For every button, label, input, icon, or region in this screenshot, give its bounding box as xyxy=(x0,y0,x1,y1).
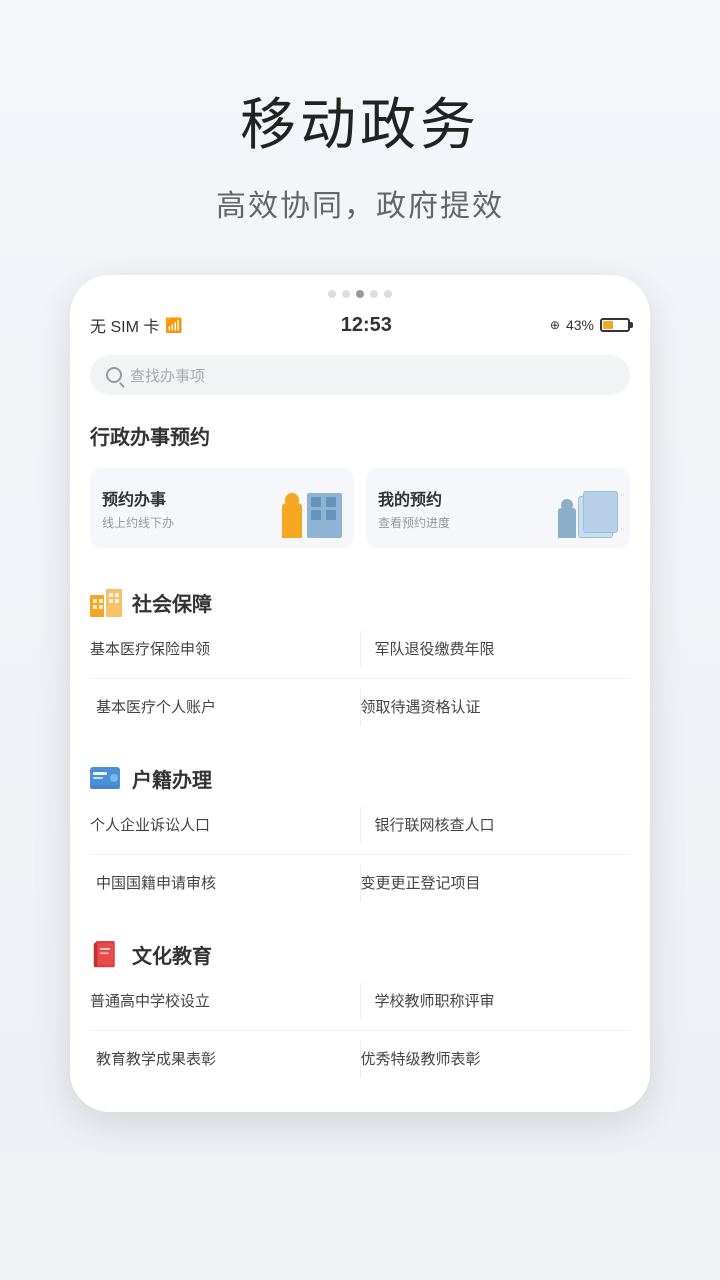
social-grid: 基本医疗保险申领 军队退役缴费年限 基本医疗个人账户 领取待遇资格认证 xyxy=(90,631,630,726)
search-icon xyxy=(106,367,122,383)
culture-section: 文化教育 普通高中学校设立 学校教师职称评审 教育教学成果表彰 优秀特级教师表彰 xyxy=(70,926,650,1092)
window-2 xyxy=(326,497,336,507)
household-icon xyxy=(90,765,122,793)
culture-item-4[interactable]: 优秀特级教师表彰 xyxy=(361,1041,631,1078)
appointment-section-title-row: 行政办事预约 xyxy=(70,405,650,460)
pagination-dots xyxy=(328,290,392,298)
status-right: ⊕ 43% xyxy=(550,317,630,333)
battery-fill xyxy=(603,321,613,329)
carrier-label: 无 SIM 卡 xyxy=(90,313,159,337)
appt-card-1-text: 预约办事 线上约线下办 xyxy=(102,486,174,531)
culture-title: 文化教育 xyxy=(132,940,212,969)
battery-percent: 43% xyxy=(566,317,594,333)
household-grid: 个人企业诉讼人口 银行联网核查人口 中国国籍申请审核 变更更正登记项目 xyxy=(90,807,630,902)
appt-illus-1 xyxy=(282,478,342,538)
household-row-sep xyxy=(90,854,630,855)
culture-row-sep xyxy=(90,1030,630,1031)
culture-grid: 普通高中学校设立 学校教师职称评审 教育教学成果表彰 优秀特级教师表彰 xyxy=(90,983,630,1078)
social-icon xyxy=(90,589,122,617)
culture-item-3[interactable]: 教育教学成果表彰 xyxy=(90,1041,360,1078)
dot-2 xyxy=(342,290,350,298)
hero-section: 移动政务 高效协同，政府提效 无 SIM 卡 📶 12:53 ⊕ 43% xyxy=(0,0,720,1152)
household-item-1[interactable]: 个人企业诉讼人口 xyxy=(90,807,360,844)
social-item-4[interactable]: 领取待遇资格认证 xyxy=(361,689,631,726)
dot-5 xyxy=(384,290,392,298)
social-security-section: 社会保障 基本医疗保险申领 军队退役缴费年限 基本医疗个人账户 领取待遇资格认证 xyxy=(70,574,650,740)
search-placeholder: 查找办事项 xyxy=(130,365,205,386)
dot-4 xyxy=(370,290,378,298)
window-3 xyxy=(311,510,321,520)
appt-card-1-title: 预约办事 xyxy=(102,486,174,510)
docs-figure xyxy=(573,488,618,538)
household-item-3[interactable]: 中国国籍申请审核 xyxy=(90,865,360,902)
appt-card-1[interactable]: 预约办事 线上约线下办 xyxy=(90,468,354,548)
household-item-4[interactable]: 变更更正登记项目 xyxy=(361,865,631,902)
social-header: 社会保障 xyxy=(90,588,630,617)
appt-card-2-sub: 查看预约进度 xyxy=(378,514,450,531)
doc-2 xyxy=(583,491,618,533)
search-container: 查找办事项 xyxy=(70,345,650,405)
culture-item-1[interactable]: 普通高中学校设立 xyxy=(90,983,360,1020)
social-item-1[interactable]: 基本医疗保险申领 xyxy=(90,631,360,668)
battery-icon xyxy=(600,318,630,332)
household-item-2[interactable]: 银行联网核查人口 xyxy=(361,807,631,844)
search-bar[interactable]: 查找办事项 xyxy=(90,355,630,395)
window-4 xyxy=(326,510,336,520)
household-title: 户籍办理 xyxy=(132,764,212,793)
appointment-cards: 预约办事 线上约线下办 xyxy=(70,460,650,564)
appt-card-2-text: 我的预约 查看预约进度 xyxy=(378,486,450,531)
building-figure xyxy=(307,493,342,538)
social-item-3[interactable]: 基本医疗个人账户 xyxy=(90,689,360,726)
appt-card-2[interactable]: 我的预约 查看预约进度 xyxy=(366,468,630,548)
appt-illus-2 xyxy=(558,478,618,538)
status-left: 无 SIM 卡 📶 xyxy=(90,313,183,337)
culture-header: 文化教育 xyxy=(90,940,630,969)
culture-icon xyxy=(90,941,122,969)
notch-bar xyxy=(70,275,650,305)
window-1 xyxy=(311,497,321,507)
social-item-2[interactable]: 军队退役缴费年限 xyxy=(361,631,631,668)
household-header: 户籍办理 xyxy=(90,764,630,793)
household-section: 户籍办理 个人企业诉讼人口 银行联网核查人口 中国国籍申请审核 变更更正登记项目 xyxy=(70,750,650,916)
appt-card-2-title: 我的预约 xyxy=(378,486,450,510)
phone-mockup: 无 SIM 卡 📶 12:53 ⊕ 43% 查找办事项 行政办事预约 xyxy=(70,275,650,1112)
location-icon: ⊕ xyxy=(550,318,560,332)
person-figure-1 xyxy=(282,503,302,538)
status-bar: 无 SIM 卡 📶 12:53 ⊕ 43% xyxy=(70,305,650,345)
dot-3-active xyxy=(356,290,364,298)
wifi-icon: 📶 xyxy=(165,317,182,334)
hero-title: 移动政务 xyxy=(240,80,480,161)
time-display: 12:53 xyxy=(341,314,392,337)
social-title: 社会保障 xyxy=(132,588,212,617)
dot-1 xyxy=(328,290,336,298)
appt-card-1-sub: 线上约线下办 xyxy=(102,514,174,531)
appointment-heading: 行政办事预约 xyxy=(90,427,210,449)
social-row-sep xyxy=(90,678,630,679)
culture-item-2[interactable]: 学校教师职称评审 xyxy=(361,983,631,1020)
hero-subtitle: 高效协同，政府提效 xyxy=(216,181,504,225)
